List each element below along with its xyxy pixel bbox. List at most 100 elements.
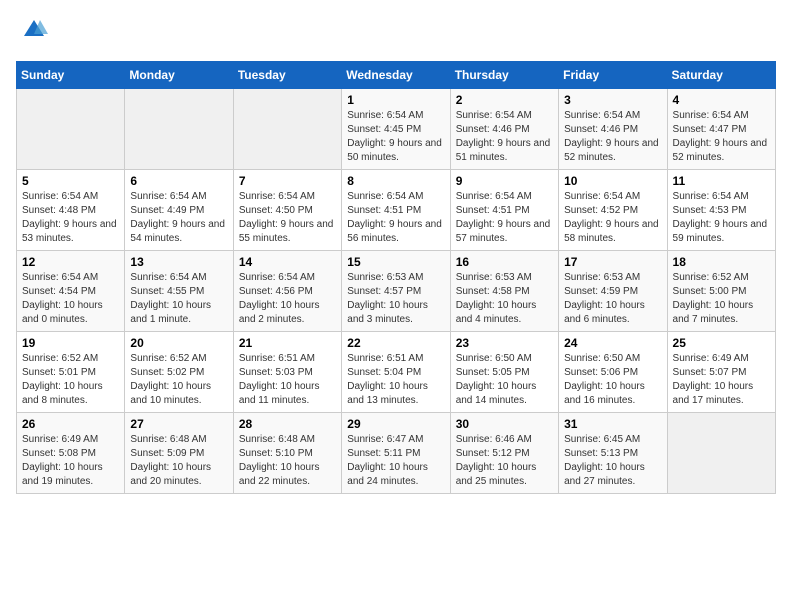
calendar-cell: [17, 88, 125, 169]
calendar-cell: 2 Sunrise: 6:54 AMSunset: 4:46 PMDayligh…: [450, 88, 558, 169]
day-info: Sunrise: 6:54 AMSunset: 4:51 PMDaylight:…: [347, 191, 442, 244]
day-info: Sunrise: 6:45 AMSunset: 5:13 PMDaylight:…: [564, 434, 645, 487]
calendar-cell: 1 Sunrise: 6:54 AMSunset: 4:45 PMDayligh…: [342, 88, 450, 169]
calendar-cell: 25 Sunrise: 6:49 AMSunset: 5:07 PMDaylig…: [667, 331, 775, 412]
day-number: 4: [673, 93, 770, 107]
calendar-cell: 14 Sunrise: 6:54 AMSunset: 4:56 PMDaylig…: [233, 250, 341, 331]
calendar-cell: 11 Sunrise: 6:54 AMSunset: 4:53 PMDaylig…: [667, 169, 775, 250]
day-info: Sunrise: 6:54 AMSunset: 4:48 PMDaylight:…: [22, 191, 117, 244]
day-info: Sunrise: 6:50 AMSunset: 5:06 PMDaylight:…: [564, 353, 645, 406]
calendar-table: SundayMondayTuesdayWednesdayThursdayFrid…: [16, 61, 776, 494]
day-header-sunday: Sunday: [17, 61, 125, 88]
calendar-cell: 6 Sunrise: 6:54 AMSunset: 4:49 PMDayligh…: [125, 169, 233, 250]
calendar-cell: 21 Sunrise: 6:51 AMSunset: 5:03 PMDaylig…: [233, 331, 341, 412]
day-header-thursday: Thursday: [450, 61, 558, 88]
logo: [16, 16, 48, 49]
day-info: Sunrise: 6:52 AMSunset: 5:02 PMDaylight:…: [130, 353, 211, 406]
day-number: 15: [347, 255, 444, 269]
calendar-cell: 19 Sunrise: 6:52 AMSunset: 5:01 PMDaylig…: [17, 331, 125, 412]
day-number: 8: [347, 174, 444, 188]
calendar-cell: 29 Sunrise: 6:47 AMSunset: 5:11 PMDaylig…: [342, 412, 450, 493]
week-row-1: 1 Sunrise: 6:54 AMSunset: 4:45 PMDayligh…: [17, 88, 776, 169]
day-number: 24: [564, 336, 661, 350]
calendar-cell: 30 Sunrise: 6:46 AMSunset: 5:12 PMDaylig…: [450, 412, 558, 493]
day-info: Sunrise: 6:54 AMSunset: 4:55 PMDaylight:…: [130, 272, 211, 325]
day-info: Sunrise: 6:52 AMSunset: 5:00 PMDaylight:…: [673, 272, 754, 325]
week-row-5: 26 Sunrise: 6:49 AMSunset: 5:08 PMDaylig…: [17, 412, 776, 493]
calendar-cell: 4 Sunrise: 6:54 AMSunset: 4:47 PMDayligh…: [667, 88, 775, 169]
day-number: 7: [239, 174, 336, 188]
day-info: Sunrise: 6:54 AMSunset: 4:46 PMDaylight:…: [456, 110, 551, 163]
day-info: Sunrise: 6:49 AMSunset: 5:07 PMDaylight:…: [673, 353, 754, 406]
day-info: Sunrise: 6:54 AMSunset: 4:49 PMDaylight:…: [130, 191, 225, 244]
day-header-tuesday: Tuesday: [233, 61, 341, 88]
week-row-3: 12 Sunrise: 6:54 AMSunset: 4:54 PMDaylig…: [17, 250, 776, 331]
day-number: 9: [456, 174, 553, 188]
day-number: 27: [130, 417, 227, 431]
calendar-cell: 13 Sunrise: 6:54 AMSunset: 4:55 PMDaylig…: [125, 250, 233, 331]
calendar-cell: 18 Sunrise: 6:52 AMSunset: 5:00 PMDaylig…: [667, 250, 775, 331]
logo-icon: [20, 16, 48, 44]
day-info: Sunrise: 6:48 AMSunset: 5:10 PMDaylight:…: [239, 434, 320, 487]
day-number: 14: [239, 255, 336, 269]
day-number: 19: [22, 336, 119, 350]
day-header-wednesday: Wednesday: [342, 61, 450, 88]
calendar-cell: 31 Sunrise: 6:45 AMSunset: 5:13 PMDaylig…: [559, 412, 667, 493]
day-number: 6: [130, 174, 227, 188]
day-number: 3: [564, 93, 661, 107]
day-info: Sunrise: 6:54 AMSunset: 4:46 PMDaylight:…: [564, 110, 659, 163]
calendar-cell: 24 Sunrise: 6:50 AMSunset: 5:06 PMDaylig…: [559, 331, 667, 412]
calendar-cell: 16 Sunrise: 6:53 AMSunset: 4:58 PMDaylig…: [450, 250, 558, 331]
calendar-cell: 28 Sunrise: 6:48 AMSunset: 5:10 PMDaylig…: [233, 412, 341, 493]
calendar-cell: 10 Sunrise: 6:54 AMSunset: 4:52 PMDaylig…: [559, 169, 667, 250]
calendar-cell: 5 Sunrise: 6:54 AMSunset: 4:48 PMDayligh…: [17, 169, 125, 250]
day-number: 5: [22, 174, 119, 188]
calendar-cell: [125, 88, 233, 169]
day-info: Sunrise: 6:52 AMSunset: 5:01 PMDaylight:…: [22, 353, 103, 406]
calendar-cell: 9 Sunrise: 6:54 AMSunset: 4:51 PMDayligh…: [450, 169, 558, 250]
day-number: 20: [130, 336, 227, 350]
calendar-cell: 26 Sunrise: 6:49 AMSunset: 5:08 PMDaylig…: [17, 412, 125, 493]
calendar-cell: 15 Sunrise: 6:53 AMSunset: 4:57 PMDaylig…: [342, 250, 450, 331]
day-number: 22: [347, 336, 444, 350]
calendar-cell: 20 Sunrise: 6:52 AMSunset: 5:02 PMDaylig…: [125, 331, 233, 412]
day-number: 10: [564, 174, 661, 188]
calendar-cell: 17 Sunrise: 6:53 AMSunset: 4:59 PMDaylig…: [559, 250, 667, 331]
day-info: Sunrise: 6:54 AMSunset: 4:51 PMDaylight:…: [456, 191, 551, 244]
day-info: Sunrise: 6:54 AMSunset: 4:47 PMDaylight:…: [673, 110, 768, 163]
day-number: 13: [130, 255, 227, 269]
day-header-friday: Friday: [559, 61, 667, 88]
day-info: Sunrise: 6:53 AMSunset: 4:59 PMDaylight:…: [564, 272, 645, 325]
day-info: Sunrise: 6:54 AMSunset: 4:54 PMDaylight:…: [22, 272, 103, 325]
week-row-4: 19 Sunrise: 6:52 AMSunset: 5:01 PMDaylig…: [17, 331, 776, 412]
day-info: Sunrise: 6:47 AMSunset: 5:11 PMDaylight:…: [347, 434, 428, 487]
week-row-2: 5 Sunrise: 6:54 AMSunset: 4:48 PMDayligh…: [17, 169, 776, 250]
day-header-saturday: Saturday: [667, 61, 775, 88]
calendar-cell: 12 Sunrise: 6:54 AMSunset: 4:54 PMDaylig…: [17, 250, 125, 331]
day-info: Sunrise: 6:46 AMSunset: 5:12 PMDaylight:…: [456, 434, 537, 487]
day-number: 29: [347, 417, 444, 431]
day-number: 31: [564, 417, 661, 431]
day-info: Sunrise: 6:50 AMSunset: 5:05 PMDaylight:…: [456, 353, 537, 406]
day-number: 2: [456, 93, 553, 107]
calendar-cell: [667, 412, 775, 493]
day-number: 21: [239, 336, 336, 350]
day-info: Sunrise: 6:51 AMSunset: 5:04 PMDaylight:…: [347, 353, 428, 406]
page-header: [16, 16, 776, 49]
day-info: Sunrise: 6:54 AMSunset: 4:45 PMDaylight:…: [347, 110, 442, 163]
day-info: Sunrise: 6:54 AMSunset: 4:56 PMDaylight:…: [239, 272, 320, 325]
day-number: 12: [22, 255, 119, 269]
day-info: Sunrise: 6:53 AMSunset: 4:57 PMDaylight:…: [347, 272, 428, 325]
day-number: 28: [239, 417, 336, 431]
calendar-cell: 3 Sunrise: 6:54 AMSunset: 4:46 PMDayligh…: [559, 88, 667, 169]
day-header-monday: Monday: [125, 61, 233, 88]
day-number: 23: [456, 336, 553, 350]
day-number: 16: [456, 255, 553, 269]
day-number: 26: [22, 417, 119, 431]
day-info: Sunrise: 6:53 AMSunset: 4:58 PMDaylight:…: [456, 272, 537, 325]
day-number: 17: [564, 255, 661, 269]
day-info: Sunrise: 6:51 AMSunset: 5:03 PMDaylight:…: [239, 353, 320, 406]
calendar-cell: 8 Sunrise: 6:54 AMSunset: 4:51 PMDayligh…: [342, 169, 450, 250]
day-number: 11: [673, 174, 770, 188]
day-info: Sunrise: 6:54 AMSunset: 4:53 PMDaylight:…: [673, 191, 768, 244]
